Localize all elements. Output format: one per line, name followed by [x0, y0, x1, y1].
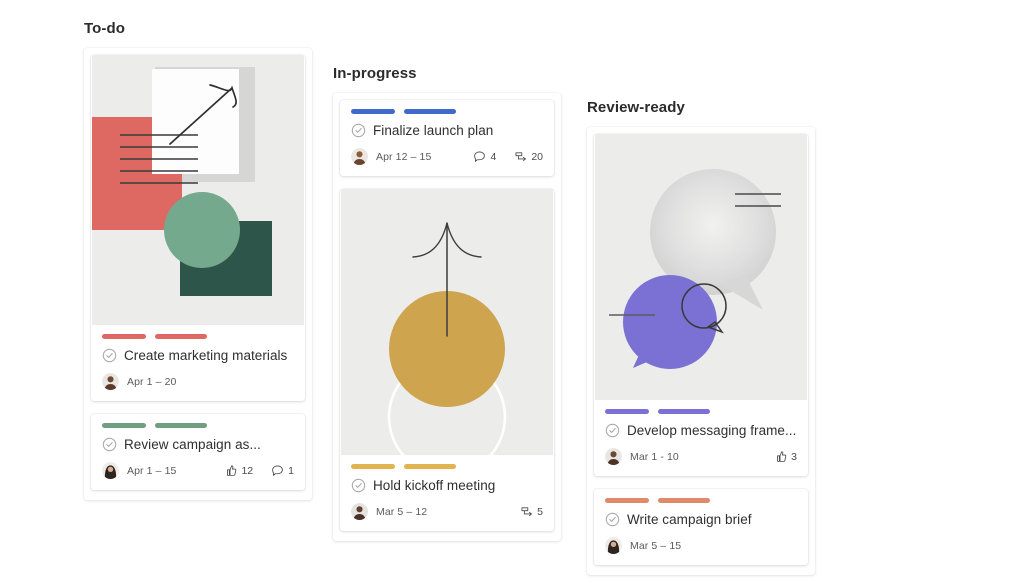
- card-hold-kickoff-meeting[interactable]: Hold kickoff meeting Mar 5 – 12 5: [340, 189, 554, 531]
- tag-row: [605, 409, 797, 414]
- card-title: Write campaign brief: [627, 512, 752, 527]
- avatar[interactable]: [605, 448, 622, 465]
- card-title: Create marketing materials: [124, 348, 288, 363]
- tag-pill: [351, 109, 395, 114]
- card-date: Apr 1 – 15: [127, 464, 177, 477]
- card-date: Mar 5 – 15: [630, 539, 682, 552]
- card-body: Finalize launch plan Apr 12 – 15 4 20: [340, 100, 554, 176]
- stat-count: 20: [531, 150, 543, 163]
- tag-row: [102, 423, 294, 428]
- thumbs-up-icon[interactable]: [224, 464, 237, 477]
- card-title-row[interactable]: Finalize launch plan: [351, 123, 543, 138]
- stat-thumbs-up[interactable]: 3: [774, 450, 797, 463]
- column-body-review-ready: Develop messaging frame... Mar 1 - 10 3 …: [587, 127, 815, 575]
- tag-pill: [605, 498, 649, 503]
- column-title-todo: To-do: [84, 20, 126, 37]
- stat-count: 4: [490, 150, 497, 163]
- card-title-row[interactable]: Develop messaging frame...: [605, 423, 797, 438]
- tag-pill: [155, 334, 207, 339]
- card-title-row[interactable]: Review campaign as...: [102, 437, 294, 452]
- avatar[interactable]: [351, 503, 368, 520]
- comment-icon[interactable]: [271, 464, 284, 477]
- card-date: Apr 1 – 20: [127, 375, 177, 388]
- card-date: Mar 5 – 12: [376, 505, 428, 518]
- thumbs-up-icon[interactable]: [774, 450, 787, 463]
- stat-subtask[interactable]: 5: [520, 505, 543, 518]
- avatar[interactable]: [102, 462, 119, 479]
- stat-subtask[interactable]: 20: [514, 150, 543, 163]
- stat-count: 1: [288, 464, 294, 477]
- card-body: Create marketing materials Apr 1 – 20: [91, 325, 305, 401]
- comment-icon[interactable]: [473, 150, 486, 163]
- card-create-marketing-materials[interactable]: Create marketing materials Apr 1 – 20: [91, 55, 305, 401]
- check-circle-icon[interactable]: [605, 423, 620, 438]
- column-todo: To-do Create marketing materials Apr 1 –…: [84, 20, 312, 500]
- card-artwork-abstract-red-green-arrow: [92, 55, 304, 325]
- check-circle-icon[interactable]: [351, 123, 366, 138]
- check-circle-icon[interactable]: [351, 478, 366, 493]
- tag-pill: [155, 423, 207, 428]
- tag-pill: [605, 409, 649, 414]
- check-circle-icon[interactable]: [102, 348, 117, 363]
- avatar[interactable]: [351, 148, 368, 165]
- card-title-row[interactable]: Create marketing materials: [102, 348, 294, 363]
- subtask-icon[interactable]: [514, 150, 527, 163]
- column-body-in-progress: Finalize launch plan Apr 12 – 15 4 20 Ho…: [333, 93, 561, 541]
- tag-pill: [658, 498, 710, 503]
- stat-count: 12: [241, 464, 254, 477]
- card-title: Finalize launch plan: [373, 123, 494, 138]
- card-meta: Apr 1 – 15 12 1: [102, 462, 294, 479]
- card-artwork-gold-circle-arrow: [341, 189, 553, 455]
- card-body: Hold kickoff meeting Mar 5 – 12 5: [340, 455, 554, 531]
- card-meta: Mar 5 – 12 5: [351, 503, 543, 520]
- card-finalize-launch-plan[interactable]: Finalize launch plan Apr 12 – 15 4 20: [340, 100, 554, 176]
- stat-comment[interactable]: 1: [271, 464, 294, 477]
- card-write-campaign-brief[interactable]: Write campaign brief Mar 5 – 15: [594, 489, 808, 565]
- tag-row: [605, 498, 797, 503]
- card-artwork-speech-bubbles: [595, 134, 807, 400]
- avatar[interactable]: [102, 373, 119, 390]
- tag-row: [351, 109, 543, 114]
- card-date: Mar 1 - 10: [630, 450, 679, 463]
- check-circle-icon[interactable]: [605, 512, 620, 527]
- card-title-row[interactable]: Hold kickoff meeting: [351, 478, 543, 493]
- card-meta: Mar 1 - 10 3: [605, 448, 797, 465]
- stat-count: 3: [791, 450, 797, 463]
- card-body: Review campaign as... Apr 1 – 15 12 1: [91, 414, 305, 490]
- column-body-todo: Create marketing materials Apr 1 – 20 Re…: [84, 48, 312, 500]
- kanban-board: To-do Create marketing materials Apr 1 –…: [0, 0, 1024, 583]
- tag-row: [351, 464, 543, 469]
- column-title-review-ready: Review-ready: [587, 99, 685, 116]
- card-title: Hold kickoff meeting: [373, 478, 496, 493]
- tag-pill: [404, 109, 456, 114]
- card-body: Write campaign brief Mar 5 – 15: [594, 489, 808, 565]
- card-date: Apr 12 – 15: [376, 150, 432, 163]
- tag-pill: [351, 464, 395, 469]
- column-in-progress: In-progress Finalize launch plan Apr 12 …: [333, 65, 561, 541]
- tag-pill: [102, 423, 146, 428]
- card-develop-messaging-frame[interactable]: Develop messaging frame... Mar 1 - 10 3: [594, 134, 808, 476]
- card-title-row[interactable]: Write campaign brief: [605, 512, 797, 527]
- card-meta: Apr 1 – 20: [102, 373, 294, 390]
- card-meta: Mar 5 – 15: [605, 537, 797, 554]
- card-body: Develop messaging frame... Mar 1 - 10 3: [594, 400, 808, 476]
- stat-count: 5: [537, 505, 543, 518]
- card-title: Review campaign as...: [124, 437, 261, 452]
- tag-pill: [658, 409, 710, 414]
- tag-row: [102, 334, 294, 339]
- card-title: Develop messaging frame...: [627, 423, 797, 438]
- column-review-ready: Review-ready Develop messaging frame... …: [587, 99, 815, 575]
- subtask-icon[interactable]: [520, 505, 533, 518]
- avatar[interactable]: [605, 537, 622, 554]
- column-title-in-progress: In-progress: [333, 65, 417, 82]
- stat-comment[interactable]: 4: [473, 150, 496, 163]
- tag-pill: [102, 334, 146, 339]
- check-circle-icon[interactable]: [102, 437, 117, 452]
- card-meta: Apr 12 – 15 4 20: [351, 148, 543, 165]
- card-review-campaign-as[interactable]: Review campaign as... Apr 1 – 15 12 1: [91, 414, 305, 490]
- stat-thumbs-up[interactable]: 12: [224, 464, 253, 477]
- tag-pill: [404, 464, 456, 469]
